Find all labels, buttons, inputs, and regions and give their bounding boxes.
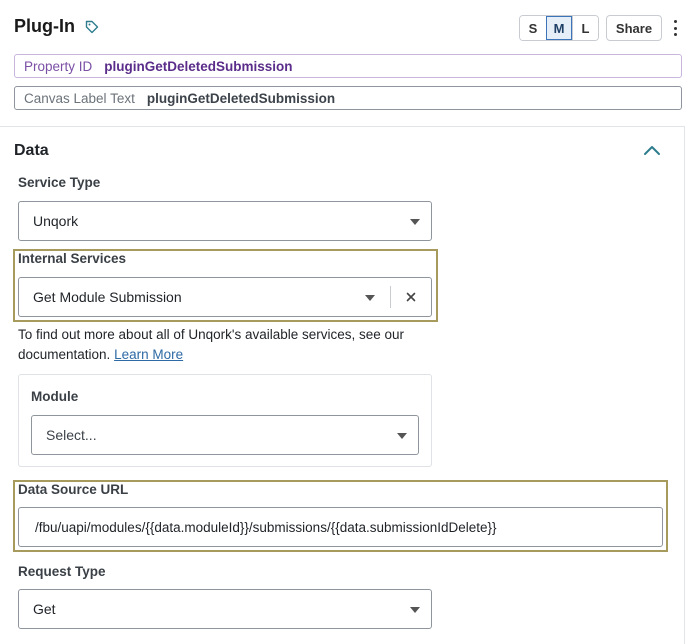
- data-source-url-label: Data Source URL: [18, 482, 129, 497]
- data-source-url-input[interactable]: /fbu/uapi/modules/{{data.moduleId}}/subm…: [18, 507, 663, 547]
- learn-more-link[interactable]: Learn More: [114, 347, 183, 362]
- data-source-url-value: /fbu/uapi/modules/{{data.moduleId}}/subm…: [35, 519, 497, 535]
- share-button[interactable]: Share: [606, 15, 662, 41]
- property-id-label: Property ID: [24, 58, 93, 74]
- service-type-select[interactable]: Unqork: [18, 201, 432, 241]
- kebab-menu-icon[interactable]: [670, 18, 680, 38]
- caret-down-icon[interactable]: [365, 295, 375, 301]
- size-toggle-group: S M L: [519, 15, 599, 41]
- caret-down-icon: [410, 219, 420, 225]
- header-divider: [0, 126, 684, 127]
- service-type-value: Unqork: [33, 213, 79, 229]
- size-large-button[interactable]: L: [572, 16, 598, 40]
- page-title: Plug-In: [14, 16, 99, 37]
- canvas-label-field[interactable]: Canvas Label Text pluginGetDeletedSubmis…: [14, 86, 682, 110]
- size-small-button[interactable]: S: [520, 16, 546, 40]
- scrollbar-track[interactable]: [684, 126, 685, 644]
- property-id-field[interactable]: Property ID pluginGetDeletedSubmission: [14, 54, 682, 78]
- data-section-title: Data: [14, 142, 49, 159]
- chevron-up-icon[interactable]: [643, 143, 661, 157]
- plugin-settings-panel: Plug-In S M L Share Property ID pluginGe…: [0, 0, 696, 644]
- module-placeholder: Select...: [46, 427, 97, 443]
- request-type-select[interactable]: Get: [18, 589, 432, 629]
- canvas-label-label: Canvas Label Text: [24, 90, 135, 106]
- tag-icon[interactable]: [85, 20, 99, 34]
- page-title-text: Plug-In: [14, 16, 75, 36]
- close-icon[interactable]: [405, 291, 417, 303]
- internal-services-value: Get Module Submission: [33, 289, 182, 305]
- services-help-text: To find out more about all of Unqork's a…: [18, 325, 448, 365]
- property-id-value: pluginGetDeletedSubmission: [104, 58, 293, 74]
- request-type-label: Request Type: [18, 564, 106, 579]
- internal-services-label: Internal Services: [18, 251, 127, 266]
- module-label: Module: [31, 389, 79, 404]
- request-type-value: Get: [33, 601, 56, 617]
- caret-down-icon: [397, 433, 407, 439]
- size-medium-button[interactable]: M: [546, 16, 572, 40]
- service-type-label: Service Type: [18, 175, 101, 190]
- help-text-body: To find out more about all of Unqork's a…: [18, 327, 405, 362]
- internal-services-select[interactable]: Get Module Submission: [18, 277, 432, 317]
- caret-down-icon: [410, 607, 420, 613]
- select-separator: [390, 286, 391, 308]
- canvas-label-value: pluginGetDeletedSubmission: [146, 90, 336, 106]
- module-select[interactable]: Select...: [31, 415, 419, 455]
